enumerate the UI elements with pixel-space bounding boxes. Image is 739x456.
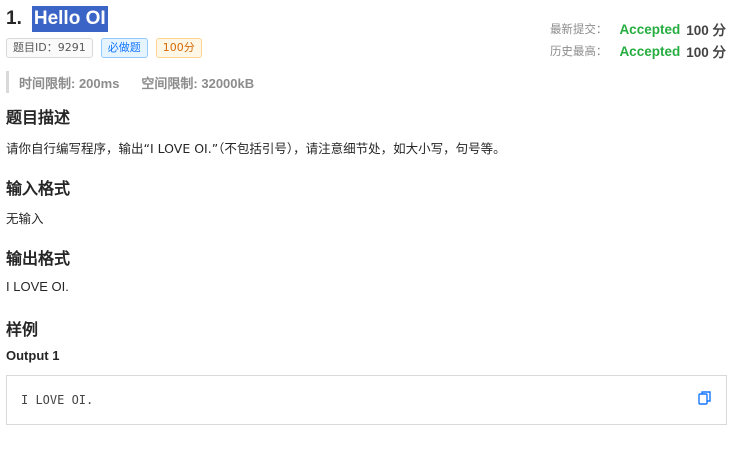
submission-stats: 最新提交： Accepted 100 分 历史最高： Accepted 100 … xyxy=(486,18,726,62)
problem-tags: 题目ID：9291 必做题 100分 xyxy=(6,38,202,58)
input-format-text: 无输入 xyxy=(6,211,44,226)
latest-submission-row: 最新提交： Accepted 100 分 xyxy=(486,18,726,40)
sample-output-heading: Output 1 xyxy=(6,348,60,363)
tag-required: 必做题 xyxy=(100,38,148,58)
copy-icon[interactable] xyxy=(698,390,712,406)
best-submission-row: 历史最高： Accepted 100 分 xyxy=(486,40,726,62)
time-limit: 时间限制: 200ms xyxy=(19,75,120,91)
best-submission-status[interactable]: Accepted xyxy=(619,44,680,59)
description-text: 请你自行编写程序，输出“I LOVE OI.”（不包括引号），请注意细节处，如大… xyxy=(6,141,506,156)
tag-points: 100分 xyxy=(155,38,202,58)
description-title: 题目描述 xyxy=(6,108,71,127)
problem-number: 1. xyxy=(6,8,22,29)
best-submission-score: 100 分 xyxy=(686,45,726,60)
latest-submission-label: 最新提交： xyxy=(549,22,608,36)
input-format-title: 输入格式 xyxy=(6,179,71,198)
tag-problem-id: 题目ID：9291 xyxy=(6,38,93,58)
sample-output-code: I LOVE OI. xyxy=(21,393,94,407)
latest-submission-status[interactable]: Accepted xyxy=(619,22,680,37)
output-format-text: I LOVE OI. xyxy=(6,279,69,294)
best-submission-label: 历史最高： xyxy=(549,44,608,58)
limits-bar: 时间限制: 200ms 空间限制: 32000kB xyxy=(6,71,254,93)
title-row: 1. Hello OI xyxy=(6,4,108,34)
output-format-title: 输出格式 xyxy=(6,249,71,268)
memory-limit: 空间限制: 32000kB xyxy=(141,75,255,91)
copy-icon-glyph xyxy=(698,391,711,405)
sample-title: 样例 xyxy=(6,320,39,339)
problem-header: 1. Hello OI 题目ID：9291 必做题 100分 最新提交： Acc… xyxy=(6,4,732,64)
latest-submission-score: 100 分 xyxy=(686,23,726,38)
problem-title: Hello OI xyxy=(31,6,108,32)
sample-output-box: I LOVE OI. xyxy=(6,375,727,425)
